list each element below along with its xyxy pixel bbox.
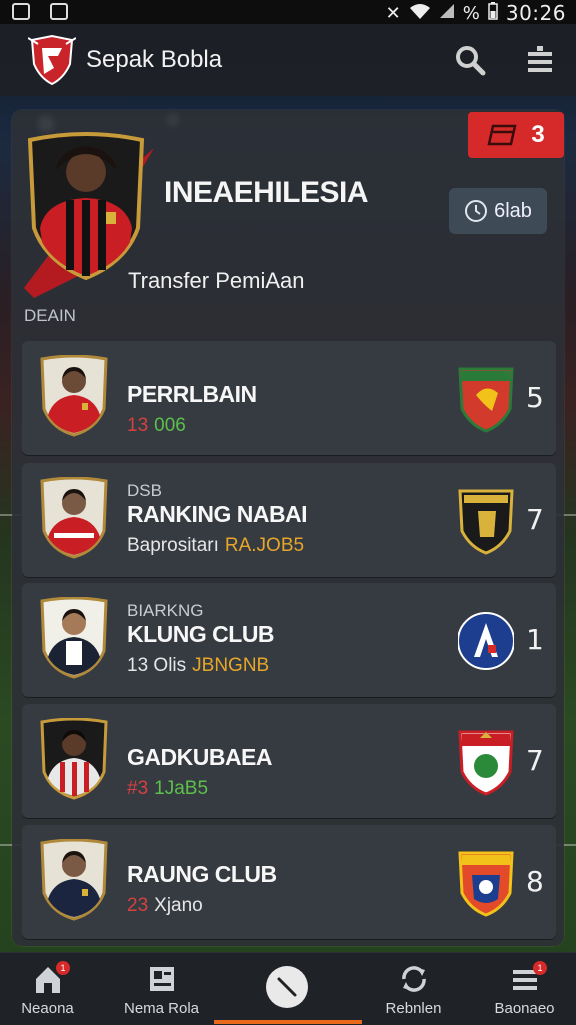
card-rank: 7 bbox=[526, 744, 544, 777]
nav-menu[interactable]: 1 Baonaeo bbox=[467, 953, 576, 1025]
transfer-count: 3 bbox=[531, 121, 545, 148]
mute-icon: ✕ bbox=[385, 2, 401, 24]
card-name: PERRLBAIN bbox=[127, 381, 257, 407]
card-icon bbox=[487, 124, 517, 146]
nav-transfer[interactable]: Rebnlen bbox=[356, 953, 471, 1025]
transfer-count-button[interactable]: 3 bbox=[468, 112, 564, 158]
card-name: RAUNG CLUB bbox=[127, 861, 277, 887]
battery-icon bbox=[488, 1, 498, 25]
ranking-card[interactable]: BIARKNG KLUNG CLUB 13 Olis JBNGNB 1 bbox=[22, 583, 556, 697]
card-prefix: DSB bbox=[127, 481, 162, 500]
history-icon bbox=[465, 200, 488, 222]
clock: 30:26 bbox=[505, 1, 566, 25]
app-header: Sepak Bobla bbox=[0, 24, 576, 96]
center-action-button[interactable] bbox=[266, 966, 308, 1008]
card-rank: 1 bbox=[526, 623, 544, 656]
section-label: DEAIN bbox=[24, 306, 76, 325]
ball-icon bbox=[277, 977, 297, 997]
ranking-card[interactable]: GADKUBAEA #3 1JaB5 7 bbox=[22, 704, 556, 818]
card-name: KLUNG CLUB bbox=[127, 621, 275, 647]
status-bar: ✕ % 30:26 bbox=[0, 0, 576, 25]
card-meta-b: 006 bbox=[154, 415, 186, 436]
nav-label: Neaona bbox=[21, 1000, 74, 1017]
nav-news[interactable]: Nema Rola bbox=[104, 953, 219, 1025]
wifi-icon bbox=[409, 3, 431, 24]
club-badge-icon bbox=[458, 489, 514, 555]
club-badge-icon bbox=[458, 851, 514, 917]
card-prefix: BIARKNG bbox=[127, 601, 204, 620]
card-name: GADKUBAEA bbox=[127, 744, 273, 770]
player-avatar bbox=[40, 597, 108, 679]
ranking-card[interactable]: RAUNG CLUB 23 Xjano 8 bbox=[22, 825, 556, 939]
notification-icon bbox=[50, 3, 68, 20]
app-title: Sepak Bobla bbox=[86, 46, 223, 73]
nav-home[interactable]: 1 Neaona bbox=[0, 953, 105, 1025]
notification-icon bbox=[12, 3, 30, 20]
player-avatar bbox=[40, 355, 108, 437]
ranking-card[interactable]: PERRLBAIN 13 006 5 bbox=[22, 341, 556, 455]
card-rank: 5 bbox=[526, 381, 544, 414]
card-meta-a: 23 bbox=[127, 895, 149, 916]
club-badge-icon bbox=[458, 612, 514, 670]
signal-icon bbox=[439, 3, 455, 24]
club-badge-icon bbox=[458, 367, 514, 433]
nav-label: Baonaeo bbox=[494, 1000, 555, 1017]
card-rank: 7 bbox=[526, 503, 544, 536]
notification-badge: 1 bbox=[56, 961, 70, 975]
menu-icon[interactable] bbox=[524, 44, 556, 76]
card-meta-b: RA.JOB5 bbox=[224, 535, 305, 556]
card-meta-a: 13 Olis bbox=[127, 655, 187, 676]
player-avatar bbox=[40, 477, 108, 559]
card-meta-a: Baprositarı bbox=[127, 535, 219, 556]
hero-title: INEAEHILESIA bbox=[164, 176, 369, 209]
nav-label: Rebnlen bbox=[385, 1000, 442, 1017]
app-logo-icon bbox=[28, 34, 76, 86]
nav-label: Nema Rola bbox=[123, 1000, 200, 1017]
card-name: RANKING NABAI bbox=[127, 501, 308, 527]
player-avatar bbox=[40, 839, 108, 921]
ranking-card[interactable]: DSB RANKING NABAI Baprositarı RA.JOB5 7 bbox=[22, 463, 556, 577]
club-button-label: 6lab bbox=[494, 199, 532, 222]
featured-player-avatar bbox=[27, 132, 145, 281]
card-meta-b: JBNGNB bbox=[192, 655, 270, 676]
active-indicator bbox=[214, 1020, 362, 1024]
club-button[interactable]: 6lab bbox=[449, 188, 547, 234]
notification-badge: 1 bbox=[533, 961, 547, 975]
battery-label: % bbox=[462, 2, 480, 24]
player-avatar bbox=[40, 718, 108, 800]
search-icon[interactable] bbox=[454, 44, 486, 76]
card-meta-b: Xjano bbox=[154, 895, 203, 916]
card-meta-a: 13 bbox=[127, 415, 149, 436]
hero-subtitle: Transfer PemiAan bbox=[128, 268, 305, 293]
card-rank: 8 bbox=[526, 865, 544, 898]
club-badge-icon bbox=[458, 730, 514, 796]
refresh-icon bbox=[401, 966, 426, 992]
news-icon bbox=[149, 967, 174, 991]
card-meta-b: 1JaB5 bbox=[154, 778, 209, 799]
card-meta-a: #3 bbox=[127, 778, 149, 799]
